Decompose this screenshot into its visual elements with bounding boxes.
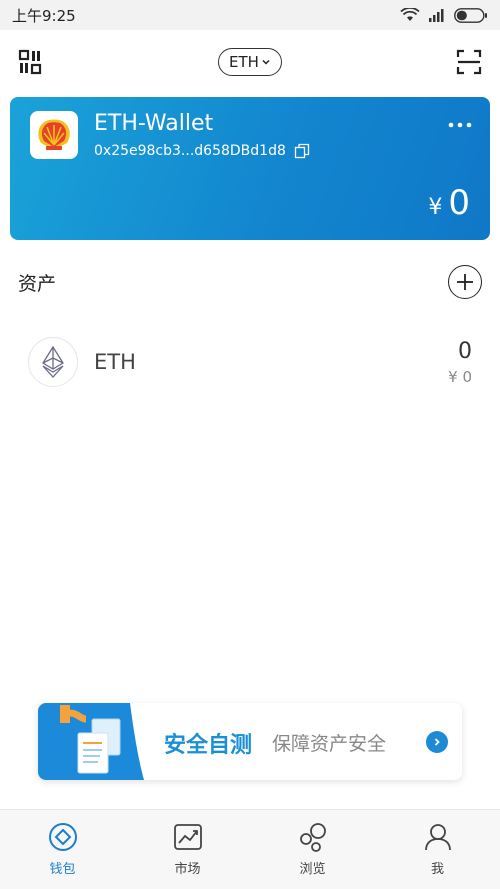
wallet-address-text: 0x25e98cb3...d658DBd1d8 [94,143,286,159]
tab-market[interactable]: 市场 [125,810,250,889]
balance-amount: 0 [448,183,470,223]
chain-selector[interactable]: ETH [218,48,282,76]
chevron-down-icon [262,59,270,65]
wallet-card[interactable]: ETH-Wallet 0x25e98cb3...d658DBd1d8 ¥ 0 [10,97,490,240]
tab-label: 市场 [174,862,201,877]
battery-icon [454,7,487,23]
wallet-tab-icon [48,823,77,851]
status-icons [400,7,488,23]
more-dots-icon [448,122,472,128]
wifi-icon [400,8,420,21]
more-options-button[interactable] [448,117,472,128]
wallet-balance: ¥ 0 [428,183,470,223]
scan-button[interactable] [454,47,484,77]
promo-subtitle: 保障资产安全 [272,733,387,755]
shell-logo-icon [38,119,70,150]
copy-icon[interactable] [294,143,310,159]
wallet-name: ETH-Wallet [94,111,214,136]
assets-title: 资产 [18,272,57,295]
tab-browse[interactable]: 浏览 [250,810,375,889]
top-bar: ETH [0,30,500,94]
tab-wallet[interactable]: 钱包 [0,810,125,889]
chevron-right-icon [434,738,440,746]
security-check-banner[interactable]: 安全自测 保障资产安全 [38,703,462,780]
market-chart-icon [173,824,202,850]
signal-icon [429,9,444,22]
browse-circles-icon [299,823,326,852]
wallet-address[interactable]: 0x25e98cb3...d658DBd1d8 [94,143,310,159]
asset-name: ETH [94,350,136,374]
tab-label: 钱包 [49,862,76,877]
asset-amount: 0 [458,338,472,364]
currency-symbol: ¥ [428,195,443,220]
assets-header: 资产 [0,262,500,302]
user-profile-icon [424,824,451,851]
chain-label: ETH [229,53,259,71]
asset-row-eth[interactable]: ETH 0 ¥ 0 [0,330,500,394]
grid-menu-icon [18,49,42,75]
scan-icon [456,49,482,75]
tab-label: 我 [430,862,444,877]
bottom-tab-bar: 钱包 市场 浏览 我 [0,809,500,889]
security-document-illustration [38,703,144,780]
tab-me[interactable]: 我 [375,810,500,889]
ethereum-icon [42,346,64,378]
wallet-list-button[interactable] [16,47,46,77]
eth-token-icon [28,337,78,387]
status-bar: 上午9:25 [0,0,500,30]
asset-fiat-value: ¥ 0 [448,367,472,386]
wallet-avatar [30,111,78,159]
status-time: 上午9:25 [12,6,76,25]
plus-icon [457,274,473,290]
promo-arrow-button[interactable] [426,731,448,753]
asset-values: 0 ¥ 0 [448,339,472,386]
tab-label: 浏览 [299,862,326,877]
promo-title: 安全自测 [164,733,253,758]
add-asset-button[interactable] [448,265,482,299]
